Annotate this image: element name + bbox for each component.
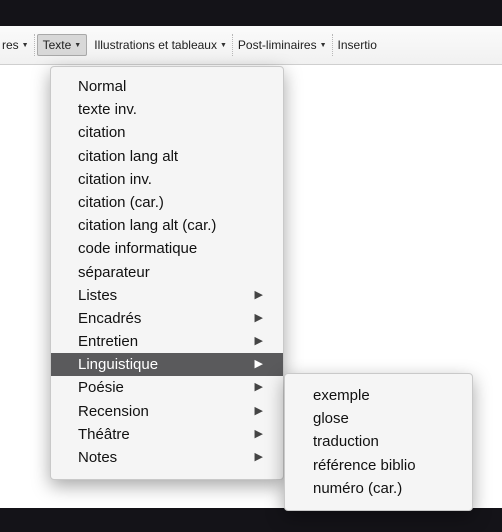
chevron-right-icon: ▶ <box>254 427 263 440</box>
menu-item-notes[interactable]: Notes ▶ <box>51 446 283 469</box>
submenu-item-glose[interactable]: glose <box>285 407 472 430</box>
chevron-down-icon: ▼ <box>219 41 227 49</box>
menu-item-label: code informatique <box>78 240 198 258</box>
toolbar-menu-insertion[interactable]: Insertio <box>333 34 382 56</box>
toolbar-menu-previous[interactable]: res ▼ <box>0 34 35 56</box>
chevron-right-icon: ▶ <box>254 381 263 394</box>
menu-item-label: Entretien <box>78 333 139 351</box>
chevron-right-icon: ▶ <box>254 311 263 324</box>
toolbar-menu-texte-label: Texte <box>42 38 72 52</box>
menu-item-citation-inv[interactable]: citation inv. <box>51 168 283 191</box>
menu-item-label: Listes <box>78 286 118 304</box>
chevron-right-icon: ▶ <box>254 335 263 348</box>
toolbar-menu-insertion-label: Insertio <box>337 38 377 52</box>
submenu-item-traduction[interactable]: traduction <box>285 430 472 453</box>
texte-dropdown-menu: Normal texte inv. citation citation lang… <box>50 66 284 481</box>
toolbar-menu-illustrations-label: Illustrations et tableaux <box>94 38 217 52</box>
menu-item-label: citation <box>78 124 126 142</box>
menu-item-recension[interactable]: Recension ▶ <box>51 400 283 423</box>
toolbar: res ▼ Texte ▼ Illustrations et tableaux … <box>0 26 502 65</box>
menu-item-label: citation inv. <box>78 170 152 188</box>
menu-item-citation-lang-alt[interactable]: citation lang alt <box>51 145 283 168</box>
submenu-item-reference-biblio[interactable]: référence biblio <box>285 454 472 477</box>
toolbar-menu-post-liminaires-label: Post-liminaires <box>237 38 317 52</box>
menu-item-citation-lang-alt-car[interactable]: citation lang alt (car.) <box>51 214 283 237</box>
menu-item-label: Poésie <box>78 379 124 397</box>
menu-item-label: Normal <box>78 78 127 95</box>
chevron-down-icon: ▼ <box>74 41 82 49</box>
menu-item-separateur[interactable]: séparateur <box>51 261 283 284</box>
submenu-item-numero-car[interactable]: numéro (car.) <box>285 477 472 500</box>
menu-item-listes[interactable]: Listes ▶ <box>51 284 283 307</box>
menu-item-normal[interactable]: Normal <box>51 75 283 98</box>
menu-item-label: citation (car.) <box>78 193 164 211</box>
menu-item-citation-car[interactable]: citation (car.) <box>51 191 283 214</box>
menu-item-citation[interactable]: citation <box>51 121 283 144</box>
toolbar-menu-illustrations[interactable]: Illustrations et tableaux ▼ <box>89 34 233 56</box>
chevron-right-icon: ▶ <box>254 404 263 417</box>
chevron-down-icon: ▼ <box>21 41 29 49</box>
menu-item-label: Recension <box>78 402 149 420</box>
menu-item-texte-inv[interactable]: texte inv. <box>51 98 283 121</box>
menu-item-label: texte inv. <box>78 101 137 119</box>
chevron-right-icon: ▶ <box>254 451 263 463</box>
menu-item-label: citation lang alt <box>78 147 179 165</box>
chevron-right-icon: ▶ <box>254 288 263 301</box>
menu-item-label: Encadrés <box>78 309 142 327</box>
menu-item-encadres[interactable]: Encadrés ▶ <box>51 307 283 330</box>
toolbar-menu-previous-label: res <box>2 38 19 52</box>
menu-item-theatre[interactable]: Théâtre ▶ <box>51 423 283 446</box>
menu-item-code-informatique[interactable]: code informatique <box>51 237 283 260</box>
chevron-right-icon: ▶ <box>254 358 263 371</box>
menu-item-label: Théâtre <box>78 425 130 443</box>
menu-item-label: Linguistique <box>78 356 159 374</box>
menu-item-linguistique[interactable]: Linguistique ▶ <box>51 353 283 377</box>
menu-item-poesie[interactable]: Poésie ▶ <box>51 376 283 399</box>
menu-item-label: séparateur <box>78 263 150 281</box>
toolbar-menu-texte[interactable]: Texte ▼ <box>36 34 88 56</box>
submenu-item-exemple[interactable]: exemple <box>285 384 472 407</box>
menu-item-label: Notes <box>78 449 118 466</box>
window-bottom-edge <box>0 508 502 532</box>
toolbar-menu-post-liminaires[interactable]: Post-liminaires ▼ <box>233 34 333 56</box>
menu-item-label: citation lang alt (car.) <box>78 217 217 235</box>
linguistique-submenu: exemple glose traduction référence bibli… <box>284 373 473 511</box>
window-top-edge <box>0 0 502 26</box>
chevron-down-icon: ▼ <box>319 41 327 49</box>
menu-item-entretien[interactable]: Entretien ▶ <box>51 330 283 353</box>
